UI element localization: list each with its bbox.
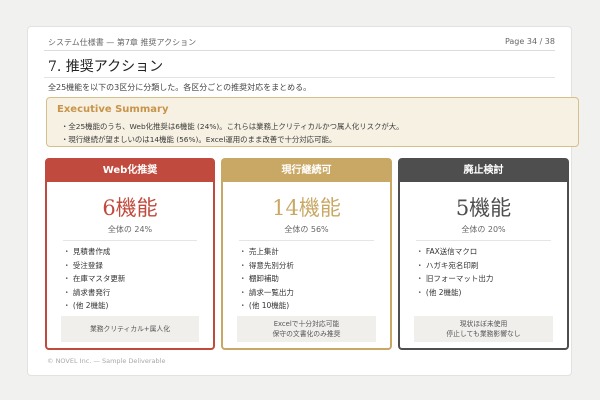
category-card-retire: 廃止検討 5機能 全体の 20% FAX送信マクロ ハガキ宛名印刷 旧フォーマッ… [398,158,569,350]
list-item: 得意先別分析 [239,259,294,273]
card-share: 全体の 20% [461,225,506,234]
page-number: Page 34 / 38 [504,37,555,46]
card-header: 現行継続可 [223,160,390,182]
note-line: 現状ほぼ未使用 [459,320,508,328]
card-note: Excelで十分対応可能 保守の文書化のみ推奨 [237,316,376,342]
list-item: (他 2機能) [63,299,125,313]
list-item: 請求一覧出力 [239,286,294,300]
page-footer: © NOVEL Inc. — Sample Deliverable [47,357,166,365]
running-header-title: システム仕様書 — 第7章 推奨アクション [48,38,197,47]
list-item: 旧フォーマット出力 [416,272,494,286]
list-item: FAX送信マクロ [416,245,493,259]
card-count: 6機能 [102,196,158,220]
list-item: 売上集計 [239,245,294,259]
card-share: 全体の 24% [107,225,153,234]
function-list: 見積書作成 受注登録 在庫マスタ更新 請求書発行 (他 2機能) [63,245,126,313]
function-list: 売上集計 得意先別分析 棚卸補助 請求一覧出力 (他 10機能) [239,245,294,313]
note-line: 業務クリティカル+属人化 [89,325,171,333]
card-divider [239,240,374,241]
section-intro: 全25機能を以下の3区分に分類した。各区分ごとの推奨対応をまとめる。 [48,83,312,92]
list-item: (他 10機能) [239,299,294,313]
list-item: 受注登録 [63,259,125,273]
title-divider [44,77,555,78]
list-item: 見積書作成 [63,245,125,259]
summary-title: Executive Summary [57,104,169,115]
card-divider [63,240,197,241]
note-line: 停止しても業務影響なし [446,330,521,338]
category-card-web: Web化推奨 6機能 全体の 24% 見積書作成 受注登録 在庫マスタ更新 請求… [45,158,215,350]
executive-summary-box: Executive Summary ・全25機能のうち、Web化推奨は6機能 (… [46,97,579,147]
note-line: Excelで十分対応可能 [273,320,340,328]
category-card-keep: 現行継続可 14機能 全体の 56% 売上集計 得意先別分析 棚卸補助 請求一覧… [221,158,392,350]
card-header: Web化推奨 [47,160,213,182]
list-item: 棚卸補助 [239,272,294,286]
list-item: 請求書発行 [63,286,125,300]
section-title: 7. 推奨アクション [48,59,164,75]
list-item: (他 2機能) [416,286,493,300]
header-divider [44,50,555,51]
list-item: 在庫マスタ更新 [63,272,126,286]
card-count: 14機能 [272,196,341,220]
list-item: ハガキ宛名印刷 [416,259,493,273]
card-share: 全体の 56% [284,225,329,234]
card-divider [416,240,551,241]
note-line: 保守の文書化のみ推奨 [272,330,341,338]
card-note: 業務クリティカル+属人化 [61,316,199,342]
summary-line: ・現行継続が望ましいのは14機能 (56%)。Excel運用のまま改善で十分対応… [61,135,337,144]
function-list: FAX送信マクロ ハガキ宛名印刷 旧フォーマット出力 (他 2機能) [416,245,494,300]
card-note: 現状ほぼ未使用 停止しても業務影響なし [414,316,553,342]
card-header: 廃止検討 [400,160,567,182]
card-count: 5機能 [455,196,512,220]
summary-line: ・全25機能のうち、Web化推奨は6機能 (24%)。これらは業務上クリティカル… [61,122,404,131]
